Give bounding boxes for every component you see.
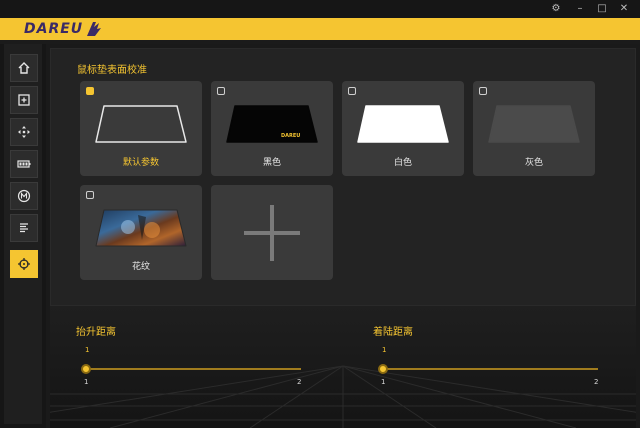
pad-label-white: 白色: [393, 158, 412, 168]
pad-card-black[interactable]: DAREU 黑色: [211, 81, 333, 176]
main-content: 鼠标垫表面校准 默认参数 DAREU 黑色 白色 灰色 花纹 抬升距离 1 1 …: [46, 44, 640, 428]
lift-distance-thumb[interactable]: [81, 364, 91, 374]
logo-text: DAREU: [24, 21, 84, 37]
maximize-button[interactable]: □: [594, 2, 610, 16]
sidebar-item-dpi[interactable]: [10, 118, 38, 146]
landing-distance-max: 2: [594, 378, 599, 386]
pad-label-default: 默认参数: [122, 158, 159, 168]
settings-icon[interactable]: ⚙: [548, 2, 564, 16]
plus-square-icon: [18, 94, 30, 106]
add-pad-button[interactable]: [211, 185, 333, 280]
sidebar-item-calibration[interactable]: [10, 250, 38, 278]
lift-distance-title: 抬升距离: [76, 327, 116, 338]
background-grid: [50, 365, 636, 428]
landing-distance-min: 1: [381, 378, 386, 386]
pad-card-white[interactable]: 白色: [342, 81, 464, 176]
logo: DAREU: [24, 20, 103, 38]
sidebar-item-buttons[interactable]: [10, 86, 38, 114]
svg-text:DAREU: DAREU: [281, 133, 300, 139]
pad-card-gray[interactable]: 灰色: [473, 81, 595, 176]
brand-bar: DAREU: [0, 18, 640, 40]
pad-card-pattern[interactable]: 花纹: [80, 185, 202, 280]
close-button[interactable]: ✕: [616, 2, 632, 16]
sidebar-item-battery[interactable]: [10, 150, 38, 178]
minimize-button[interactable]: –: [572, 2, 588, 16]
move-icon: [18, 126, 30, 138]
lift-distance-max: 2: [297, 378, 302, 386]
sidebar-item-macro[interactable]: [10, 182, 38, 210]
pad-label-gray: 灰色: [524, 158, 543, 168]
distance-panel: 抬升距离 1 1 2 着陆距离 1 1 2: [50, 306, 636, 428]
pad-card-default[interactable]: 默认参数: [80, 81, 202, 176]
text-lines-icon: [20, 223, 28, 233]
sidebar-item-settings[interactable]: [10, 214, 38, 242]
pad-label-black: 黑色: [262, 158, 281, 168]
surface-calibration-panel: 鼠标垫表面校准 默认参数 DAREU 黑色 白色 灰色 花纹: [50, 48, 636, 306]
lift-distance-min: 1: [84, 378, 89, 386]
logo-mark-icon: [87, 22, 102, 36]
battery-icon: [17, 160, 31, 168]
lift-distance-value: 1: [85, 346, 90, 354]
landing-distance-value: 1: [382, 346, 387, 354]
landing-distance-title: 着陆距离: [373, 327, 413, 338]
sidebar-item-home[interactable]: [10, 54, 38, 82]
pad-label-pattern: 花纹: [131, 262, 150, 272]
title-bar: ⚙ – □ ✕: [0, 0, 640, 18]
plus-icon: [244, 205, 300, 261]
surface-calibration-title: 鼠标垫表面校准: [77, 65, 147, 76]
home-icon: [18, 62, 30, 74]
sidebar: [4, 44, 42, 424]
macro-m-icon: [17, 189, 31, 203]
crosshair-icon: [18, 258, 30, 270]
lift-distance-track[interactable]: [86, 368, 301, 370]
landing-distance-track[interactable]: [383, 368, 598, 370]
landing-distance-thumb[interactable]: [378, 364, 388, 374]
